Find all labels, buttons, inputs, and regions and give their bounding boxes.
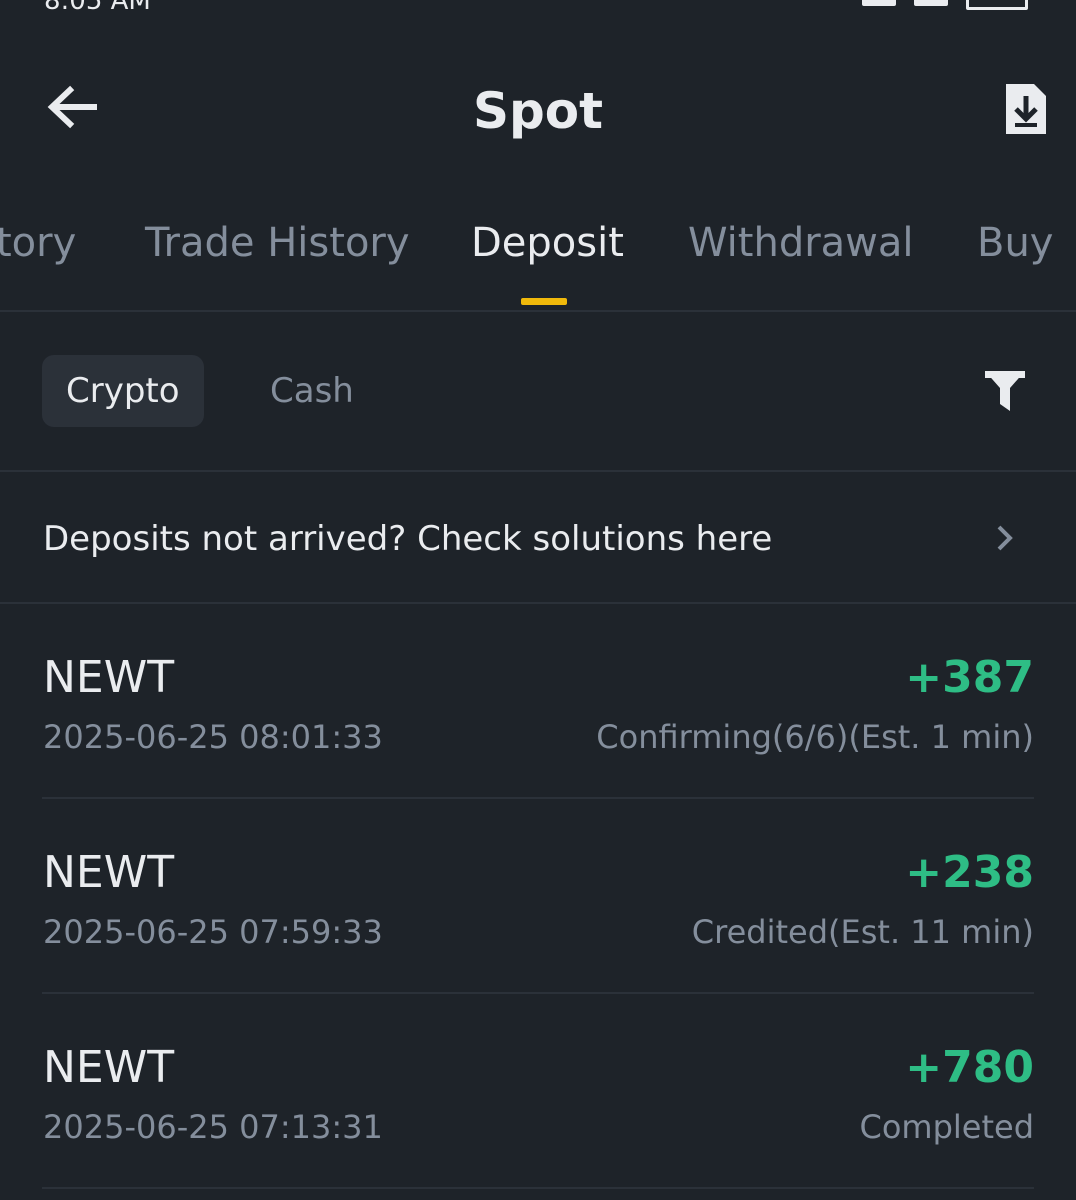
history-tabs: tory Trade History Deposit Withdrawal Bu… (0, 208, 1076, 312)
deposit-amount: +387 (905, 652, 1034, 703)
download-button[interactable] (1004, 82, 1048, 136)
deposit-row[interactable]: NEWT 2025-06-25 08:01:33 +387 Confirming… (0, 604, 1076, 799)
status-bar: 8:05 AM (0, 0, 1076, 14)
deposit-time: 2025-06-25 08:01:33 (43, 718, 383, 756)
deposit-row[interactable]: NEWT 2025-06-25 07:59:33 +238 Credited(E… (0, 799, 1076, 994)
deposit-amount: +238 (905, 847, 1034, 898)
signal-icon (862, 0, 896, 6)
status-icons (862, 0, 1028, 10)
status-time: 8:05 AM (44, 0, 151, 14)
tab-order-history[interactable]: tory (0, 220, 76, 266)
chevron-right-icon (997, 525, 1013, 551)
deposit-amount: +780 (905, 1042, 1034, 1093)
header: Spot (0, 60, 1076, 160)
deposit-help-link[interactable]: Deposits not arrived? Check solutions he… (0, 472, 1076, 604)
deposit-coin: NEWT (43, 1042, 175, 1093)
deposit-status: Credited(Est. 11 min) (691, 913, 1034, 951)
deposit-status: Completed (859, 1108, 1034, 1146)
deposit-coin: NEWT (43, 652, 175, 703)
funnel-icon (985, 371, 1025, 411)
deposit-coin: NEWT (43, 847, 175, 898)
page-title: Spot (472, 82, 604, 140)
deposit-row[interactable]: NEWT 2025-06-25 07:13:31 +780 Completed (0, 994, 1076, 1189)
battery-icon (966, 0, 1028, 10)
tab-buy[interactable]: Buy (977, 220, 1053, 266)
filter-row: Crypto Cash (0, 330, 1076, 472)
tab-trade-history[interactable]: Trade History (145, 220, 410, 266)
filter-button[interactable] (982, 368, 1028, 414)
deposit-list: NEWT 2025-06-25 08:01:33 +387 Confirming… (0, 604, 1076, 1189)
deposit-time: 2025-06-25 07:13:31 (43, 1108, 383, 1146)
deposit-status: Confirming(6/6)(Est. 1 min) (596, 718, 1034, 756)
download-document-icon (1006, 84, 1046, 134)
notice-text: Deposits not arrived? Check solutions he… (43, 519, 773, 559)
active-tab-indicator (521, 298, 567, 305)
signal-icon (914, 0, 948, 6)
chip-cash[interactable]: Cash (246, 355, 378, 427)
chip-crypto[interactable]: Crypto (42, 355, 204, 427)
tab-deposit[interactable]: Deposit (471, 220, 624, 266)
tab-withdrawal[interactable]: Withdrawal (688, 220, 914, 266)
deposit-time: 2025-06-25 07:59:33 (43, 913, 383, 951)
